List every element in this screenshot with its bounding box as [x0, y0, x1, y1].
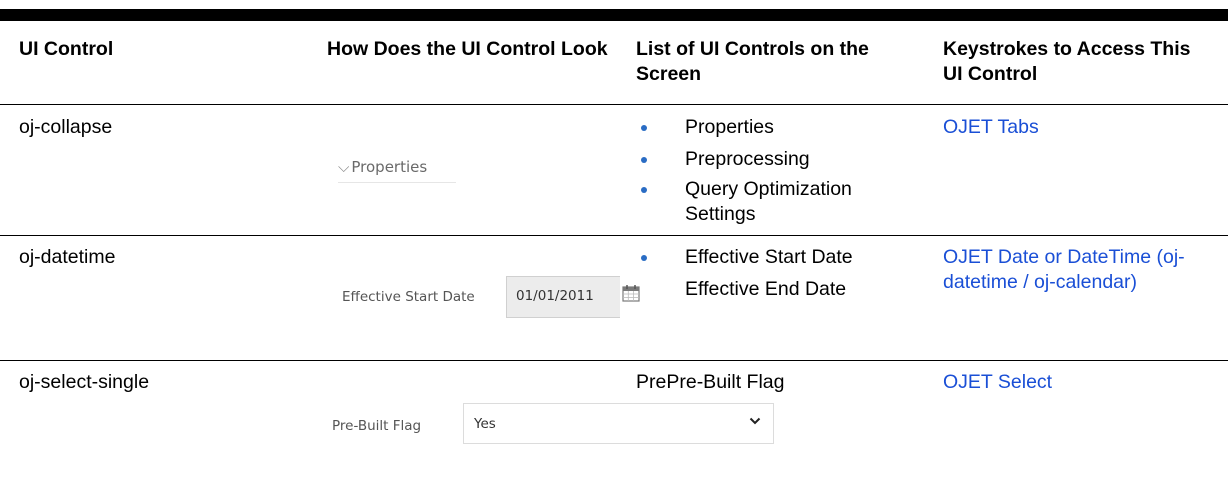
link-ojet-date-text[interactable]: OJET Date or DateTime (oj-datetime / oj-…	[943, 246, 1185, 293]
link-ojet-tabs-text[interactable]: OJET Tabs	[943, 116, 1039, 138]
calendar-icon[interactable]	[622, 284, 640, 307]
collapse-preview[interactable]: ⌵ Properties	[338, 156, 456, 183]
collapse-preview-label: Properties	[351, 158, 428, 176]
header-how-look: How Does the UI Control Look	[327, 38, 608, 60]
row3-list-text: PrePre-Built Flag	[636, 371, 785, 393]
link-ojet-date[interactable]: OJET Date or DateTime (oj-datetime / oj-…	[943, 245, 1223, 295]
date-preview-input[interactable]: 01/01/2011	[506, 276, 620, 318]
select-preview-label: Pre-Built Flag	[332, 418, 422, 434]
chevron-down-icon: ⌵	[338, 158, 350, 176]
list-item-text: Properties	[685, 116, 774, 138]
select-preview-value: Yes	[474, 416, 496, 432]
row1-control-name: oj-collapse	[19, 116, 113, 138]
link-ojet-select-text[interactable]: OJET Select	[943, 371, 1052, 393]
chevron-down-icon	[749, 415, 761, 431]
bullet-icon	[641, 157, 647, 163]
date-preview-label: Effective Start Date	[342, 289, 475, 305]
row3-control-name: oj-select-single	[19, 371, 150, 393]
header-list-controls: List of UI Controls on the Screen	[636, 38, 869, 85]
bullet-icon	[641, 255, 647, 261]
row-divider	[0, 235, 1228, 236]
header-ui-control: UI Control	[19, 38, 114, 60]
link-ojet-tabs[interactable]: OJET Tabs	[943, 115, 1039, 140]
select-preview-box[interactable]: Yes	[463, 403, 774, 444]
bullet-icon	[641, 125, 647, 131]
table-top-border	[0, 9, 1228, 21]
list-item-text: Effective Start Date	[685, 246, 853, 268]
row-divider	[0, 360, 1228, 361]
list-item-text: Preprocessing	[685, 148, 810, 170]
row2-control-name: oj-datetime	[19, 246, 116, 268]
header-divider	[0, 104, 1228, 105]
link-ojet-select[interactable]: OJET Select	[943, 370, 1052, 395]
bullet-icon	[641, 187, 647, 193]
list-item-text: Query Optimization Settings	[685, 178, 852, 225]
header-keystrokes: Keystrokes to Access This UI Control	[943, 38, 1191, 85]
list-item-text: Effective End Date	[685, 278, 847, 300]
